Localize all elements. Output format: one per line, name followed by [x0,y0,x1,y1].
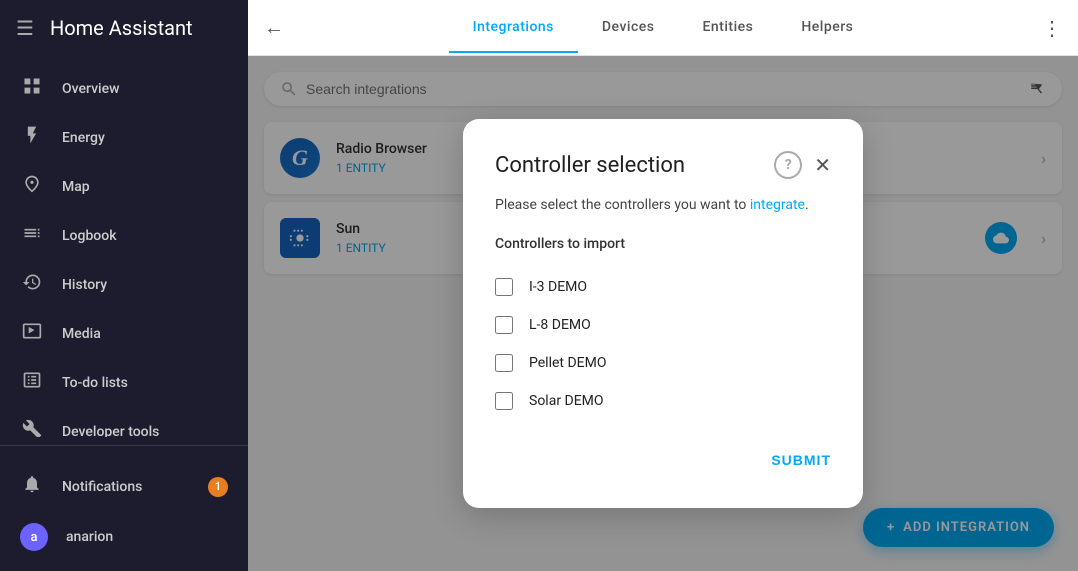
todo-icon [20,370,44,395]
sidebar-label-overview: Overview [62,81,119,97]
label-pelletdemo: Pellet DEMO [529,355,606,371]
avatar: a [20,523,48,551]
logbook-icon [20,223,44,248]
sidebar-item-devtools[interactable]: Developer tools [0,407,248,437]
controllers-section-label: Controllers to import [495,236,831,252]
dialog-header: Controller selection ? ✕ [495,151,831,179]
tab-devices[interactable]: Devices [578,3,679,53]
sidebar-label-map: Map [62,179,90,195]
label-solardemo: Solar DEMO [529,393,604,409]
controller-item-l8: L-8 DEMO [495,306,831,344]
checkbox-i3demo[interactable] [495,278,513,296]
sidebar-item-map[interactable]: Map [0,162,248,211]
help-icon: ? [785,157,792,173]
checkbox-l8demo[interactable] [495,316,513,334]
dialog-description: Please select the controllers you want t… [495,195,831,216]
dialog-overlay: Controller selection ? ✕ Please select t… [248,56,1078,571]
sidebar-nav: Overview Energy Map Logbook History [0,56,248,437]
close-button[interactable]: ✕ [814,153,831,177]
devtools-icon [20,419,44,437]
sidebar-item-todo[interactable]: To-do lists [0,358,248,407]
sidebar-bottom: Notifications 1 a anarion [0,454,248,571]
sidebar-divider [0,445,248,446]
more-icon[interactable]: ⋮ [1034,8,1070,48]
sidebar-label-user: anarion [66,529,113,545]
tab-entities[interactable]: Entities [678,3,777,53]
map-icon [20,174,44,199]
controller-item-i3: I-3 DEMO [495,268,831,306]
media-icon [20,321,44,346]
tab-helpers[interactable]: Helpers [777,3,877,53]
sidebar-header: ☰ Home Assistant [0,0,248,56]
notifications-icon [20,474,44,499]
sidebar: ☰ Home Assistant Overview Energy Map Lo [0,0,248,571]
tab-bar: Integrations Devices Entities Helpers [300,3,1026,53]
app-title: Home Assistant [50,16,193,40]
label-i3demo: I-3 DEMO [529,279,587,295]
sidebar-item-media[interactable]: Media [0,309,248,358]
checkbox-pelletdemo[interactable] [495,354,513,372]
integrate-link[interactable]: integrate [750,197,805,213]
hamburger-icon[interactable]: ☰ [16,16,34,40]
label-l8demo: L-8 DEMO [529,317,591,333]
notification-badge: 1 [208,477,228,497]
sidebar-item-history[interactable]: History [0,260,248,309]
history-icon [20,272,44,297]
sidebar-label-energy: Energy [62,130,105,146]
sidebar-item-logbook[interactable]: Logbook [0,211,248,260]
sidebar-label-todo: To-do lists [62,375,128,391]
dialog-title: Controller selection [495,153,774,178]
dialog-actions: SUBMIT [495,444,831,476]
controller-item-solar: Solar DEMO [495,382,831,420]
sidebar-label-logbook: Logbook [62,228,117,244]
submit-button[interactable]: SUBMIT [771,444,831,476]
sidebar-item-notifications[interactable]: Notifications 1 [0,462,248,511]
sidebar-label-media: Media [62,326,101,342]
main-content: ← Integrations Devices Entities Helpers … [248,0,1078,571]
top-bar: ← Integrations Devices Entities Helpers … [248,0,1078,56]
sidebar-label-history: History [62,277,107,293]
sidebar-label-notifications: Notifications [62,479,142,495]
checkbox-solardemo[interactable] [495,392,513,410]
help-button[interactable]: ? [774,151,802,179]
back-button[interactable]: ← [256,7,292,48]
energy-icon [20,125,44,150]
sidebar-item-energy[interactable]: Energy [0,113,248,162]
controller-item-pellet: Pellet DEMO [495,344,831,382]
sidebar-label-devtools: Developer tools [62,424,159,438]
sidebar-item-user[interactable]: a anarion [0,511,248,563]
sidebar-item-overview[interactable]: Overview [0,64,248,113]
controller-selection-dialog: Controller selection ? ✕ Please select t… [463,119,863,508]
overview-icon [20,76,44,101]
content-area: G Radio Browser 1 ENTITY › Sun 1 ENTITY … [248,56,1078,571]
tab-integrations[interactable]: Integrations [449,3,578,53]
